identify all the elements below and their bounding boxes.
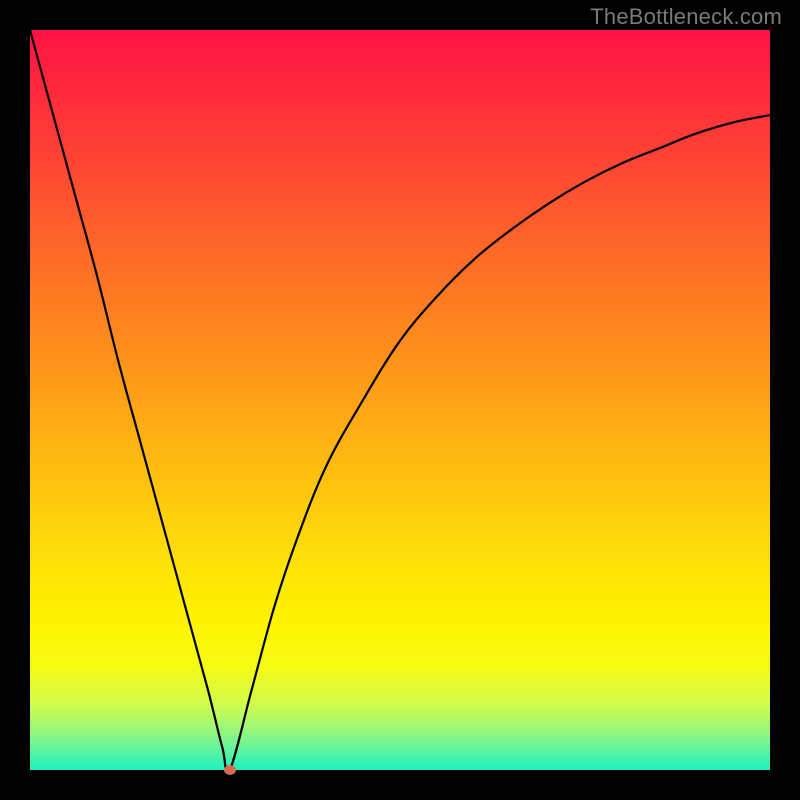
bottleneck-curve [30, 30, 770, 770]
watermark-text: TheBottleneck.com [590, 4, 782, 30]
plot-area [30, 30, 770, 770]
minimum-marker [224, 765, 236, 775]
curve-path [30, 30, 770, 770]
chart-frame: TheBottleneck.com [0, 0, 800, 800]
